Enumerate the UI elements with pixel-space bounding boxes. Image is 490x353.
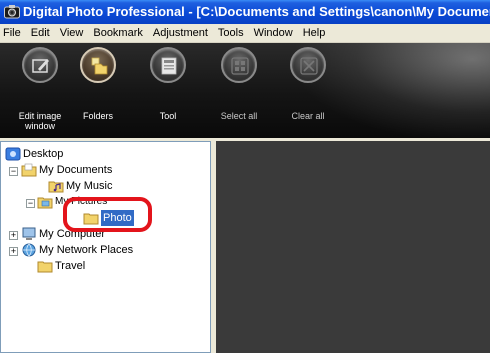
menu-help[interactable]: Help [298, 24, 331, 43]
folder-tree[interactable]: Desktop − My Documents My Music − My Pic… [0, 141, 211, 353]
select-all-icon [221, 47, 257, 83]
tool-icon [150, 47, 186, 83]
application-window: Digital Photo Professional - [C:\Documen… [0, 0, 490, 353]
menu-bar: File Edit View Bookmark Adjustment Tools Windo… [0, 24, 490, 43]
documents-folder-icon [21, 163, 37, 177]
menu-window[interactable]: Window [249, 24, 298, 43]
tree-label-travel: Travel [55, 260, 86, 272]
computer-icon [22, 227, 36, 240]
expand-toggle-my-computer[interactable]: + [9, 231, 18, 240]
menu-tools[interactable]: Tools [213, 24, 249, 43]
tree-label-my-network-places: My Network Places [39, 244, 134, 256]
toolbar: Edit image window Folders Tool Select al… [0, 43, 490, 138]
folders-label: Folders [82, 111, 113, 121]
clear-all-button[interactable]: Clear all [276, 47, 340, 135]
edit-image-icon [22, 47, 58, 83]
menu-file[interactable]: File [0, 24, 26, 43]
window-title: Digital Photo Professional - [C:\Documen… [23, 4, 490, 19]
folders-icon [80, 47, 116, 83]
desktop-icon [5, 147, 21, 161]
network-icon [22, 243, 36, 257]
menu-bookmark[interactable]: Bookmark [88, 24, 148, 43]
title-bar[interactable]: Digital Photo Professional - [C:\Documen… [0, 0, 490, 24]
expand-toggle-my-network-places[interactable]: + [9, 247, 18, 256]
camera-icon [4, 5, 20, 19]
collapse-toggle-my-documents[interactable]: − [9, 167, 18, 176]
tree-label-my-computer: My Computer [39, 228, 106, 240]
folder-icon [37, 261, 53, 273]
menu-edit[interactable]: Edit [26, 24, 55, 43]
clear-all-icon [290, 47, 326, 83]
edit-image-window-label: Edit image window [18, 111, 62, 131]
menu-view[interactable]: View [55, 24, 89, 43]
clear-all-label: Clear all [291, 111, 325, 121]
folder-icon [83, 213, 99, 225]
tree-label-my-pictures: My Pictures [55, 196, 108, 207]
folders-button[interactable]: Folders [66, 47, 130, 135]
menu-adjustment[interactable]: Adjustment [148, 24, 213, 43]
tree-label-photo: Photo [101, 210, 134, 226]
tool-button[interactable]: Tool [136, 47, 200, 135]
tree-label-my-documents: My Documents [39, 164, 113, 176]
select-all-button[interactable]: Select all [207, 47, 271, 135]
edit-image-window-button[interactable]: Edit image window [8, 47, 72, 135]
tree-label-desktop: Desktop [23, 148, 64, 160]
tool-label: Tool [159, 111, 177, 121]
music-folder-icon [48, 181, 64, 193]
select-all-label: Select all [220, 111, 258, 121]
thumbnail-area[interactable] [216, 141, 490, 353]
pictures-folder-icon [37, 197, 53, 209]
collapse-toggle-my-pictures[interactable]: − [26, 199, 35, 208]
tree-label-my-music: My Music [66, 180, 113, 192]
